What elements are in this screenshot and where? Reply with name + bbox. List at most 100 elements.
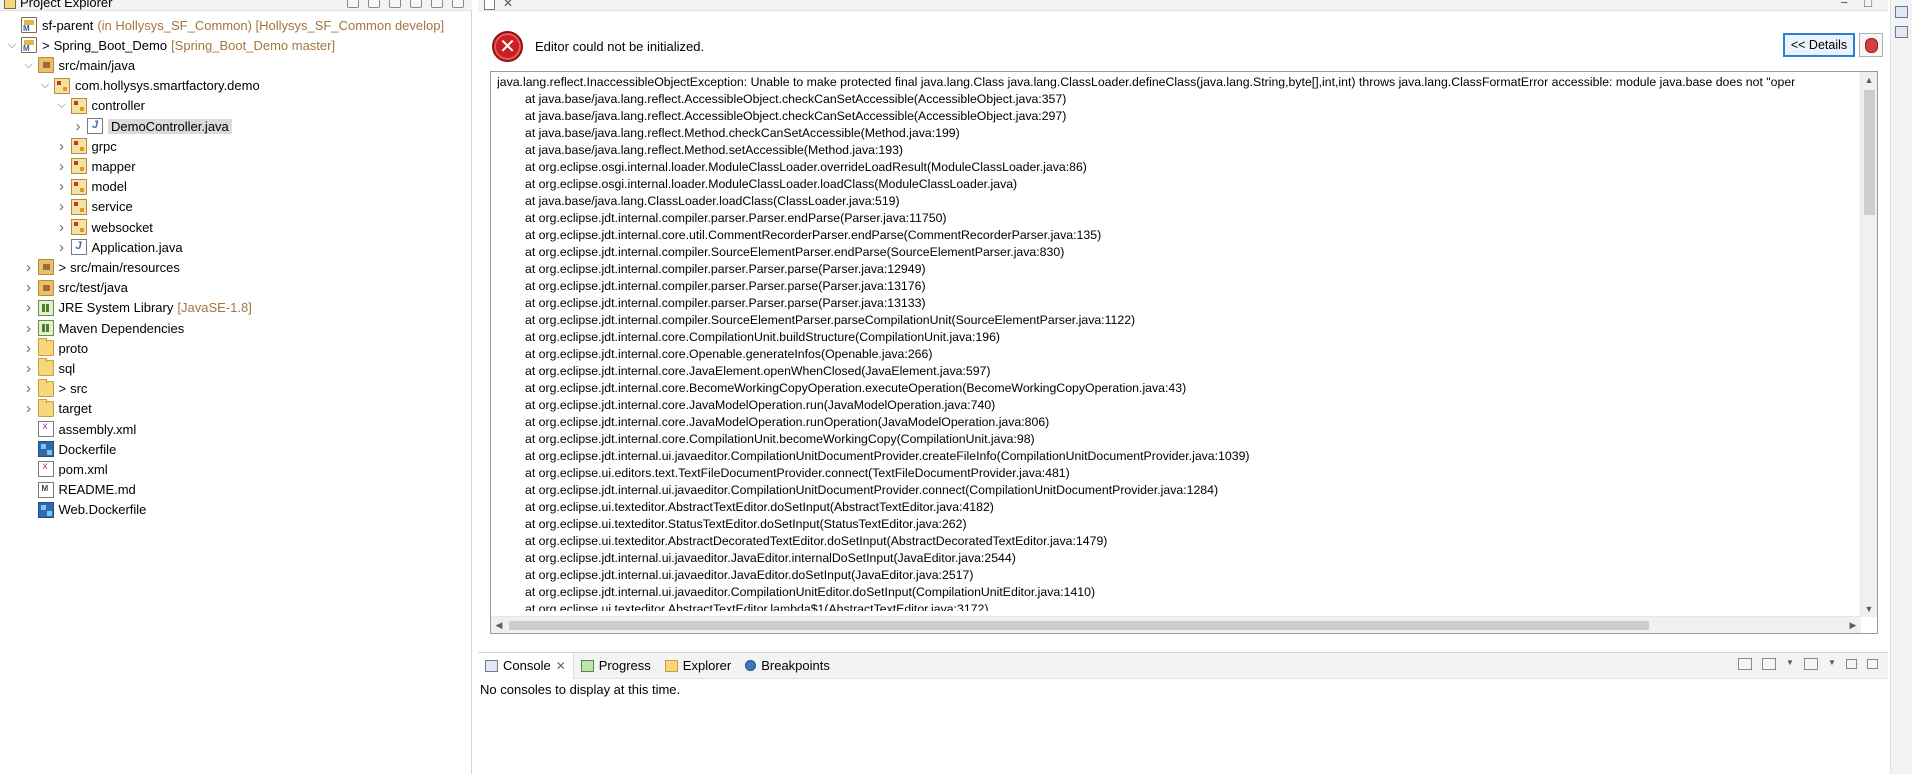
maximize-icon[interactable] <box>452 0 464 8</box>
tree-item-label: model <box>91 179 127 195</box>
maximize-icon[interactable]: □ <box>1864 0 1872 10</box>
tree-item-src[interactable]: › > src <box>23 378 88 399</box>
tree-item-pkg-model[interactable]: › model <box>56 177 127 197</box>
scroll-down-icon[interactable]: ▼ <box>1861 601 1877 617</box>
stack-frame-line: at org.eclipse.jdt.internal.core.JavaMod… <box>525 415 1050 429</box>
stack-frame-line: at org.eclipse.jdt.internal.ui.javaedito… <box>525 585 1096 599</box>
tree-item-label: src <box>70 381 88 397</box>
tree-item-readme[interactable]: README.md <box>23 480 136 500</box>
outline-icon[interactable] <box>1895 6 1908 18</box>
project-explorer-toolbar <box>347 0 464 8</box>
chevron-right-icon[interactable]: › <box>23 278 35 298</box>
display-console-icon[interactable] <box>1762 658 1776 670</box>
close-tab-icon[interactable]: ✕ <box>556 659 566 673</box>
minimize-icon[interactable] <box>431 0 443 8</box>
tree-item-pkg-websocket[interactable]: › websocket <box>56 217 153 237</box>
stack-frame-line: at org.eclipse.jdt.internal.ui.javaedito… <box>525 551 1016 565</box>
vertical-scroll-thumb[interactable] <box>1864 90 1875 215</box>
tree-item-pkg-service[interactable]: › service <box>56 197 133 217</box>
tree-item-label: DemoController.java <box>108 118 232 134</box>
chevron-right-icon[interactable]: › <box>56 177 68 197</box>
tree-item-dockerfile[interactable]: Dockerfile <box>23 439 116 459</box>
pin-console-icon[interactable] <box>1738 658 1752 670</box>
chevron-down-icon[interactable]: ⌵ <box>56 96 68 116</box>
tree-item-src-test-java[interactable]: › src/test/java <box>23 278 128 298</box>
link-with-editor-icon[interactable] <box>368 0 380 8</box>
tree-item-pkg-mapper[interactable]: › mapper <box>56 156 136 176</box>
tab-label: Progress <box>598 658 651 673</box>
error-message: Editor could not be initialized. <box>535 38 705 54</box>
close-tab-icon[interactable]: ✕ <box>503 0 513 10</box>
library-icon <box>37 299 54 316</box>
chevron-down-icon[interactable]: ⌵ <box>23 55 35 75</box>
java-file-icon <box>87 118 103 134</box>
chevron-down-icon[interactable]: ▼ <box>1828 658 1836 670</box>
scroll-right-icon[interactable]: ▶ <box>1845 617 1861 633</box>
chevron-right-icon[interactable]: › <box>72 116 84 136</box>
tree-item-target[interactable]: › target <box>23 398 92 419</box>
chevron-down-icon[interactable]: ⌵ <box>39 76 51 96</box>
collapse-all-icon[interactable] <box>347 0 359 8</box>
explorer-icon <box>664 659 678 672</box>
tree-item-application[interactable]: › Application.java <box>56 237 183 257</box>
chevron-right-icon[interactable]: › <box>23 338 35 358</box>
tree-item-pkg-grpc[interactable]: › grpc <box>56 136 117 156</box>
chevron-down-icon[interactable]: ⌵ <box>6 35 18 55</box>
tab-explorer[interactable]: Explorer <box>658 653 738 679</box>
tree-item-assembly[interactable]: assembly.xml <box>23 419 136 439</box>
report-bug-button[interactable] <box>1859 33 1883 57</box>
tab-console[interactable]: Console ✕ <box>478 652 574 679</box>
tree-item-label: controller <box>91 98 145 114</box>
minimize-icon[interactable]: − <box>1841 0 1849 10</box>
folder-icon <box>37 378 54 397</box>
tree-item-jre[interactable]: › JRE System Library [JavaSE-1.8] <box>23 298 252 318</box>
tree-item-sql[interactable]: › sql <box>23 358 75 378</box>
chevron-right-icon[interactable]: › <box>56 197 68 217</box>
project-explorer-tab[interactable]: Project Explorer <box>4 0 112 10</box>
chevron-right-icon[interactable]: › <box>23 358 35 378</box>
tree-item-maven-deps[interactable]: › Maven Dependencies <box>23 318 184 338</box>
tree-item-src-main-resources[interactable]: › > src/main/resources <box>23 257 180 277</box>
tree-item-pom[interactable]: pom.xml <box>23 459 108 479</box>
vertical-scrollbar[interactable]: ▲ ▼ <box>1860 72 1877 617</box>
scroll-up-icon[interactable]: ▲ <box>1861 72 1877 88</box>
tree-item-src-main-java[interactable]: ⌵ src/main/java <box>23 55 135 75</box>
editor-tab[interactable]: ✕ <box>484 0 513 10</box>
tree-item-demo-controller[interactable]: › DemoController.java <box>72 116 232 136</box>
task-list-icon[interactable] <box>1895 26 1908 38</box>
filter-icon[interactable] <box>389 0 401 8</box>
tree-item-label: pom.xml <box>58 461 108 477</box>
chevron-right-icon[interactable]: › <box>23 399 35 419</box>
tree-item-pkg-demo[interactable]: ⌵ com.hollysys.smartfactory.demo <box>39 76 260 96</box>
stack-trace-text[interactable]: java.lang.reflect.InaccessibleObjectExce… <box>490 71 1878 634</box>
minimize-icon[interactable] <box>1846 659 1857 669</box>
tab-progress[interactable]: Progress <box>574 653 658 679</box>
tree-item-pkg-controller[interactable]: ⌵ controller <box>56 96 145 116</box>
chevron-right-icon[interactable]: › <box>23 298 35 318</box>
tree-item-sf-parent[interactable]: sf-parent(in Hollysys_SF_Common) [Hollys… <box>6 15 444 35</box>
maximize-icon[interactable] <box>1867 659 1878 669</box>
view-menu-icon[interactable] <box>410 0 422 8</box>
tab-breakpoints[interactable]: Breakpoints <box>738 653 837 679</box>
tree-item-web-dockerfile[interactable]: Web.Dockerfile <box>23 500 146 520</box>
tree-item-spring-boot-demo[interactable]: ⌵ >Spring_Boot_Demo[Spring_Boot_Demo mast… <box>6 35 335 55</box>
library-icon <box>37 320 54 336</box>
stack-frame-line: at org.eclipse.jdt.internal.ui.javaedito… <box>525 568 974 582</box>
chevron-right-icon[interactable]: › <box>56 156 68 176</box>
java-file-icon <box>484 0 495 10</box>
chevron-right-icon[interactable]: › <box>56 136 68 156</box>
chevron-right-icon[interactable]: › <box>56 237 68 257</box>
chevron-right-icon[interactable]: › <box>23 257 35 277</box>
details-button[interactable]: << Details <box>1783 33 1855 57</box>
horizontal-scroll-thumb[interactable] <box>509 621 1649 630</box>
scroll-left-icon[interactable]: ◀ <box>491 617 507 633</box>
project-icon <box>21 17 37 33</box>
xml-file-icon <box>37 461 54 478</box>
chevron-right-icon[interactable]: › <box>23 318 35 338</box>
horizontal-scrollbar[interactable]: ◀ ▶ <box>491 616 1861 633</box>
chevron-right-icon[interactable]: › <box>23 379 35 399</box>
tree-item-proto[interactable]: › proto <box>23 338 88 358</box>
open-console-icon[interactable] <box>1804 658 1818 670</box>
chevron-right-icon[interactable]: › <box>56 217 68 237</box>
chevron-down-icon[interactable]: ▼ <box>1786 658 1794 670</box>
